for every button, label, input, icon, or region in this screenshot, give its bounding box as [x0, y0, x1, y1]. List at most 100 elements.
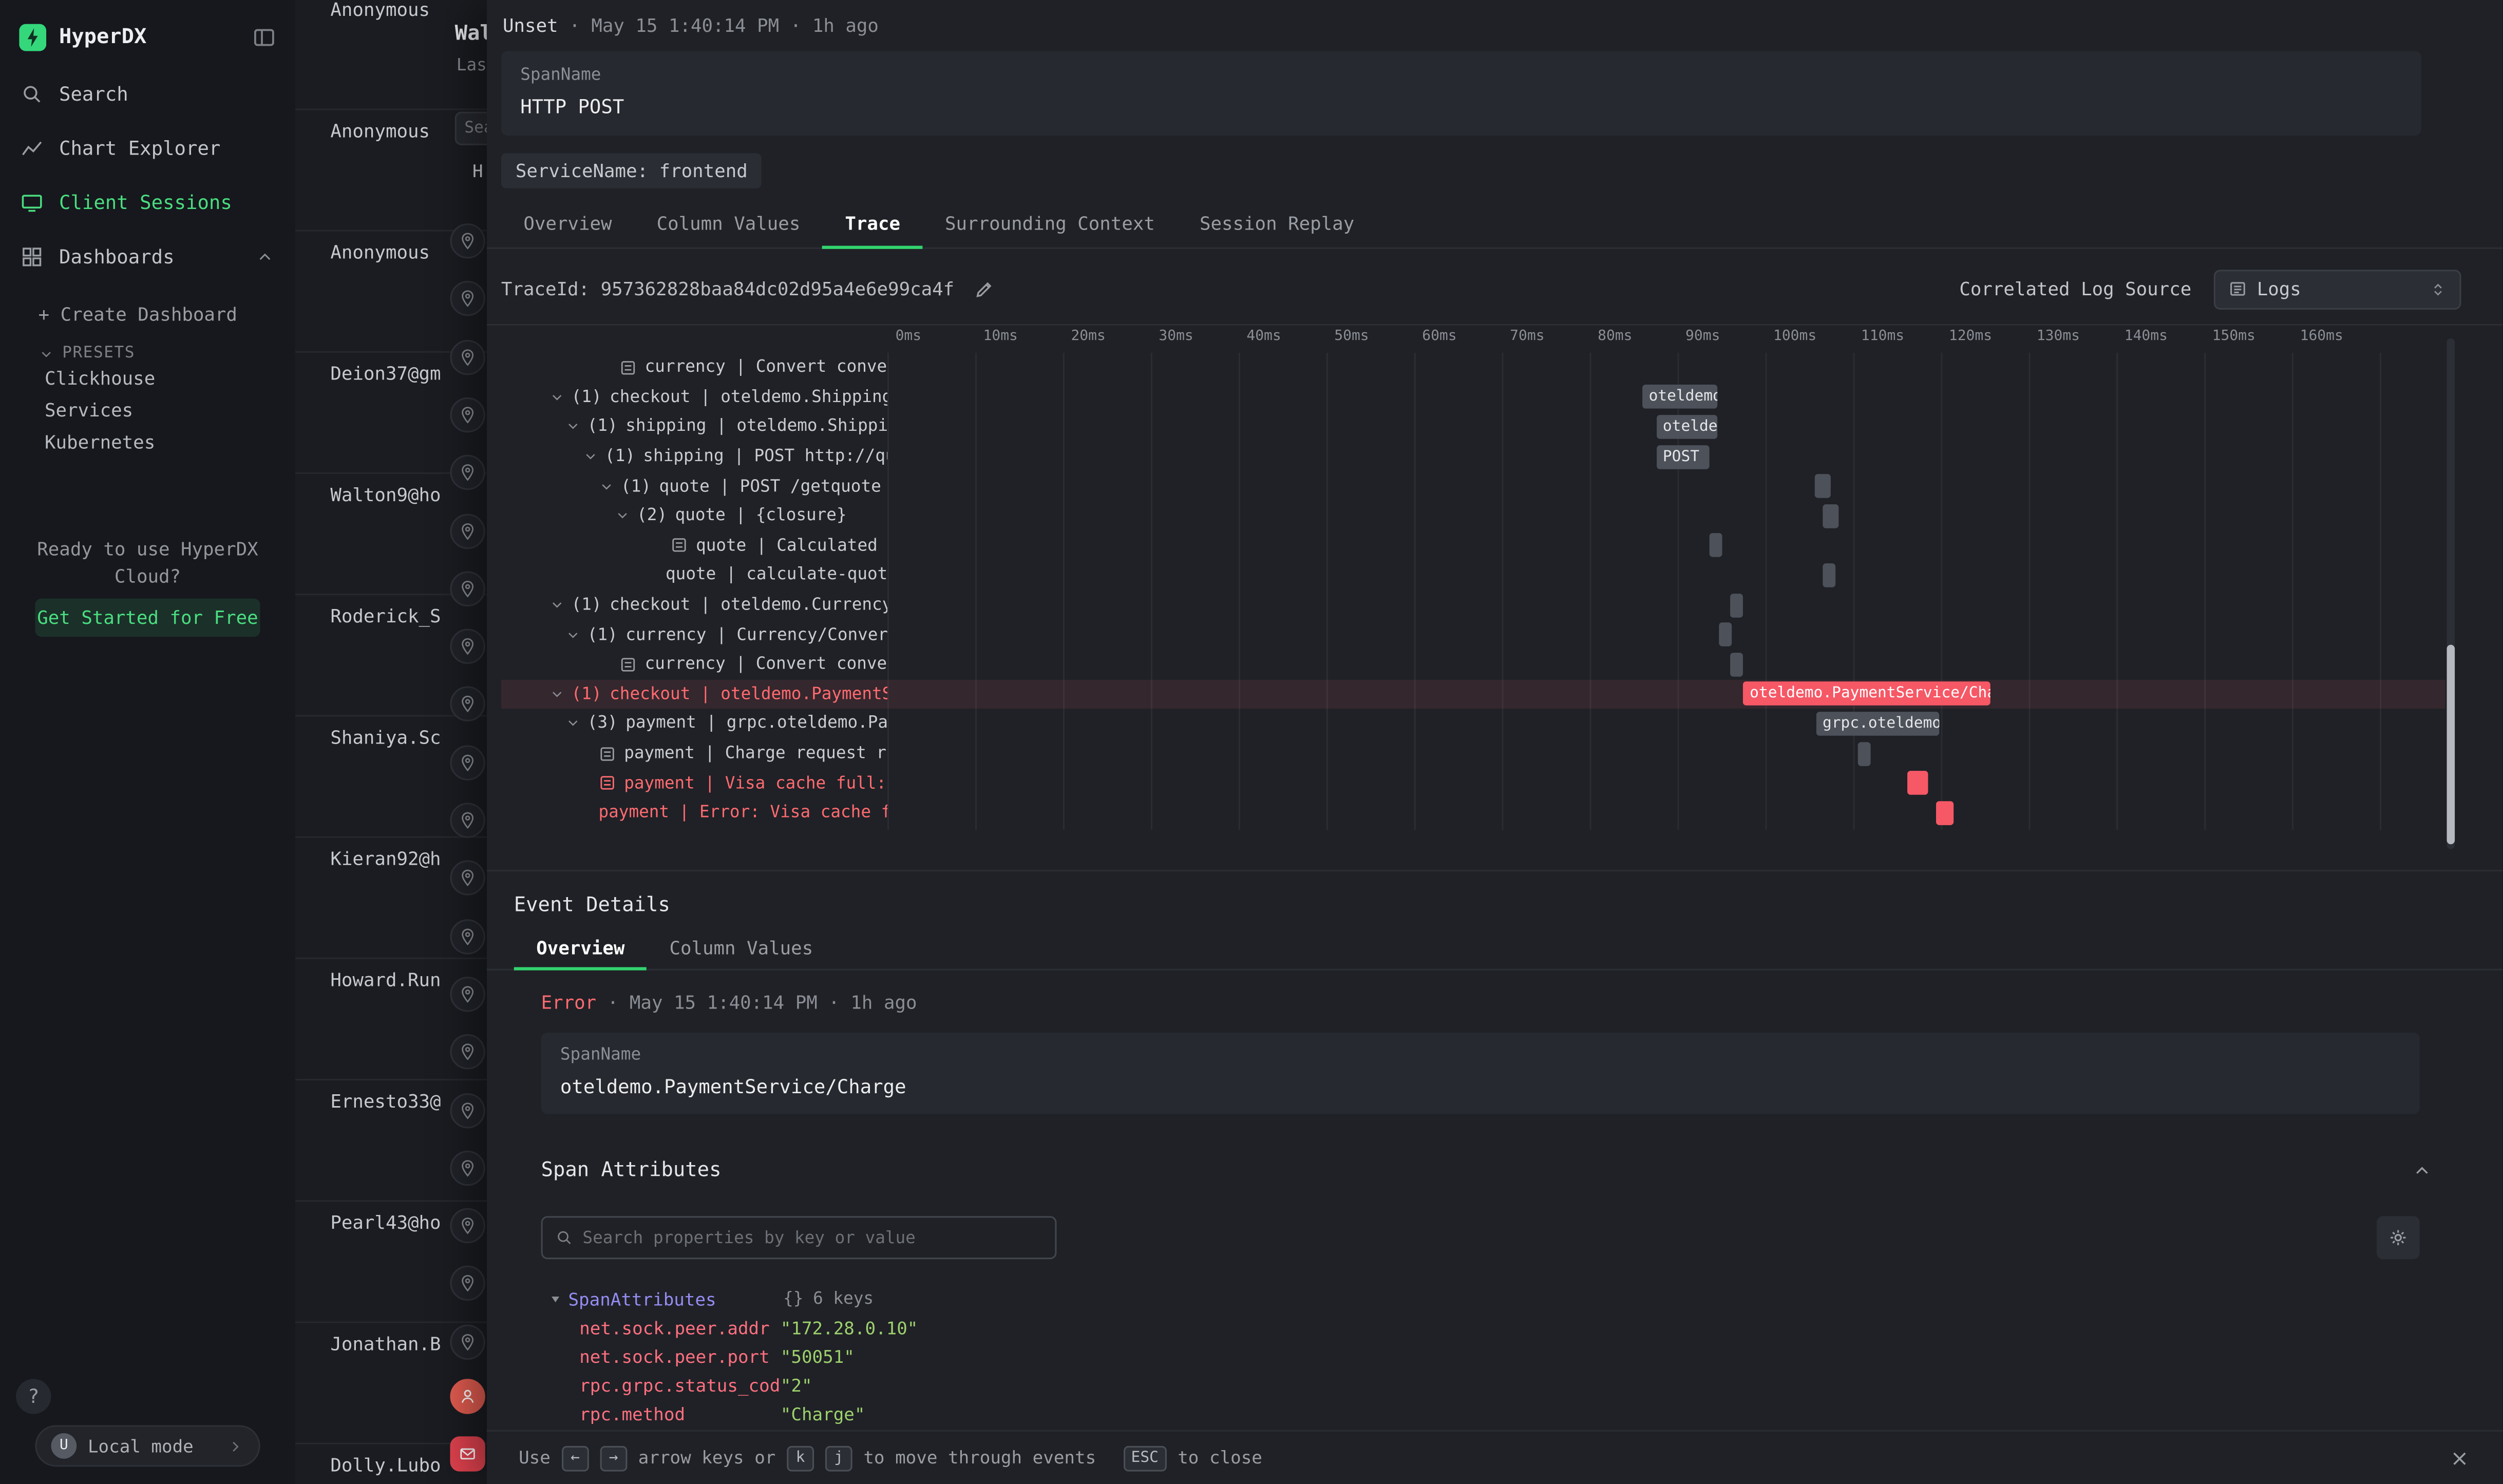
session-pin-icon[interactable]: [450, 977, 485, 1012]
span-duration-bar[interactable]: [1937, 801, 1954, 825]
session-pin-icon[interactable]: [450, 919, 485, 954]
trace-span-row[interactable]: (1)quote | POST /getquote: [501, 471, 2445, 501]
trace-span-row[interactable]: quote | calculate-quote: [501, 560, 2445, 590]
sidebar-preset-kubernetes[interactable]: Kubernetes: [45, 426, 295, 458]
trace-span-row[interactable]: payment | Error: Visa cache ful…: [501, 798, 2445, 828]
presets-header[interactable]: PRESETS: [39, 345, 295, 362]
span-tree-cell: currency | Convert convers…: [501, 358, 887, 377]
collapse-chevron-up-icon[interactable]: [2412, 1160, 2432, 1181]
session-pin-icon[interactable]: [450, 1150, 485, 1185]
session-pin-icon[interactable]: [450, 629, 485, 664]
span-duration-bar[interactable]: [1719, 623, 1732, 647]
span-label: shipping | POST http://quo…: [643, 447, 887, 466]
session-pin-icon[interactable]: [450, 397, 485, 432]
sidebar-item-client-sessions[interactable]: Client Sessions: [0, 176, 295, 230]
span-duration-bar[interactable]: oteldemo.: [1642, 385, 1718, 409]
create-dashboard-button[interactable]: + Create Dashboard: [39, 303, 295, 326]
attributes-settings-button[interactable]: [2377, 1216, 2420, 1259]
trace-span-row[interactable]: currency | Convert convers…: [501, 353, 2445, 383]
session-pin-icon[interactable]: [450, 281, 485, 316]
chevron-down-icon[interactable]: [549, 389, 565, 405]
sidebar-preset-services[interactable]: Services: [45, 394, 295, 426]
trace-waterfall: 0ms10ms20ms30ms40ms50ms60ms70ms80ms90ms1…: [501, 326, 2464, 859]
trace-span-row[interactable]: payment | Charge request rec…: [501, 738, 2445, 768]
sidebar-item-search[interactable]: Search: [0, 67, 295, 122]
session-pin-icon[interactable]: [450, 803, 485, 838]
chevron-down-icon[interactable]: [565, 626, 581, 642]
trace-span-row[interactable]: (1)checkout | oteldemo.PaymentServi…otel…: [501, 679, 2445, 709]
attribute-row[interactable]: net.sock.peer.addr"172.28.0.10": [541, 1314, 2455, 1342]
span-duration-bar[interactable]: oteldemo.PaymentService/Char: [1743, 682, 1991, 706]
span-duration-bar[interactable]: otelde: [1656, 415, 1718, 439]
local-mode-menu[interactable]: U Local mode: [35, 1425, 260, 1467]
session-pin-icon[interactable]: [450, 455, 485, 490]
session-pin-icon[interactable]: [450, 861, 485, 896]
span-lane: oteldemo.PaymentService/Char: [887, 679, 2445, 709]
session-pin-icon[interactable]: [450, 1035, 485, 1070]
trace-span-row[interactable]: currency | Convert convers…: [501, 650, 2445, 679]
session-pin-icon[interactable]: [450, 223, 485, 258]
attribute-row[interactable]: rpc.method"Charge": [541, 1400, 2455, 1429]
session-pin-icon[interactable]: [450, 687, 485, 722]
span-duration-bar[interactable]: [1907, 771, 1928, 795]
session-pin-icon[interactable]: [450, 339, 485, 374]
span-duration-bar[interactable]: [1857, 741, 1871, 766]
session-pin-icon[interactable]: [450, 571, 485, 606]
session-pin-icon[interactable]: [450, 745, 485, 779]
session-pin-icon[interactable]: [450, 1092, 485, 1127]
session-pin-icon[interactable]: [450, 1266, 485, 1301]
event-tab-overview[interactable]: Overview: [514, 927, 647, 969]
chevron-down-icon[interactable]: [565, 419, 581, 435]
trace-span-row[interactable]: (1)shipping | oteldemo.Shipping…otelde: [501, 412, 2445, 442]
span-duration-bar[interactable]: grpc.oteldemo.: [1816, 712, 1939, 736]
sidebar-item-dashboards[interactable]: Dashboards: [0, 230, 295, 284]
service-name-tag[interactable]: ServiceName: frontend: [501, 153, 762, 188]
event-tab-column-values[interactable]: Column Values: [647, 927, 836, 969]
span-duration-bar[interactable]: [1709, 534, 1722, 558]
trace-span-row[interactable]: payment | Visa cache full: c…: [501, 768, 2445, 798]
attribute-row[interactable]: rpc.grpc.status_code"2": [541, 1371, 2455, 1400]
close-icon[interactable]: [2449, 1447, 2471, 1469]
chevron-down-icon[interactable]: [599, 478, 615, 494]
attribute-row[interactable]: net.sock.peer.port"50051": [541, 1342, 2455, 1371]
span-duration-bar[interactable]: [1730, 593, 1743, 617]
span-count: (1): [572, 684, 602, 703]
trace-span-row[interactable]: (2)quote | {closure}: [501, 501, 2445, 531]
session-pin-icon[interactable]: [450, 513, 485, 548]
chevron-down-icon[interactable]: [615, 508, 631, 524]
tab-session-replay[interactable]: Session Replay: [1177, 200, 1376, 248]
tab-trace[interactable]: Trace: [823, 200, 923, 248]
trace-span-row[interactable]: (1)currency | Currency/Convert: [501, 620, 2445, 650]
chevron-down-icon[interactable]: [549, 597, 565, 613]
session-mail-icon-red[interactable]: [450, 1436, 485, 1471]
trace-span-row[interactable]: (3)payment | grpc.oteldemo.Paymen…grpc.o…: [501, 709, 2445, 738]
tab-surrounding-context[interactable]: Surrounding Context: [923, 200, 1178, 248]
attributes-root-row[interactable]: SpanAttributes {} 6 keys: [541, 1285, 2455, 1314]
session-user-icon-orange[interactable]: [450, 1379, 485, 1414]
get-started-button[interactable]: Get Started for Free: [35, 599, 260, 637]
chevron-down-icon[interactable]: [582, 449, 598, 465]
session-pin-icon[interactable]: [450, 1208, 485, 1243]
chevron-down-icon[interactable]: [549, 686, 565, 702]
edit-pencil-icon[interactable]: [973, 278, 994, 299]
scrollbar-thumb[interactable]: [2447, 645, 2455, 844]
trace-span-row[interactable]: quote | Calculated q…: [501, 531, 2445, 561]
trace-span-row[interactable]: (1)shipping | POST http://quo…POST h: [501, 442, 2445, 471]
span-duration-bar[interactable]: [1823, 504, 1838, 528]
trace-span-row[interactable]: (1)checkout | oteldemo.ShippingSe…otelde…: [501, 383, 2445, 412]
sidebar-item-chart-explorer[interactable]: Chart Explorer: [0, 121, 295, 176]
tab-column-values[interactable]: Column Values: [634, 200, 823, 248]
help-button[interactable]: ?: [16, 1379, 51, 1414]
session-pin-icon[interactable]: [450, 1324, 485, 1359]
sidebar-preset-clickhouse[interactable]: Clickhouse: [45, 363, 295, 394]
span-duration-bar[interactable]: [1730, 652, 1743, 676]
chevron-down-icon[interactable]: [565, 716, 581, 732]
log-source-select[interactable]: Logs: [2214, 269, 2461, 309]
attributes-search-input[interactable]: [582, 1228, 1042, 1247]
span-duration-bar[interactable]: POST h: [1656, 445, 1709, 469]
span-duration-bar[interactable]: [1814, 474, 1830, 499]
trace-span-row[interactable]: (1)checkout | oteldemo.CurrencySe…: [501, 590, 2445, 620]
tab-overview[interactable]: Overview: [501, 200, 634, 248]
sidebar-collapse-icon[interactable]: [252, 26, 276, 50]
span-duration-bar[interactable]: [1823, 563, 1836, 587]
